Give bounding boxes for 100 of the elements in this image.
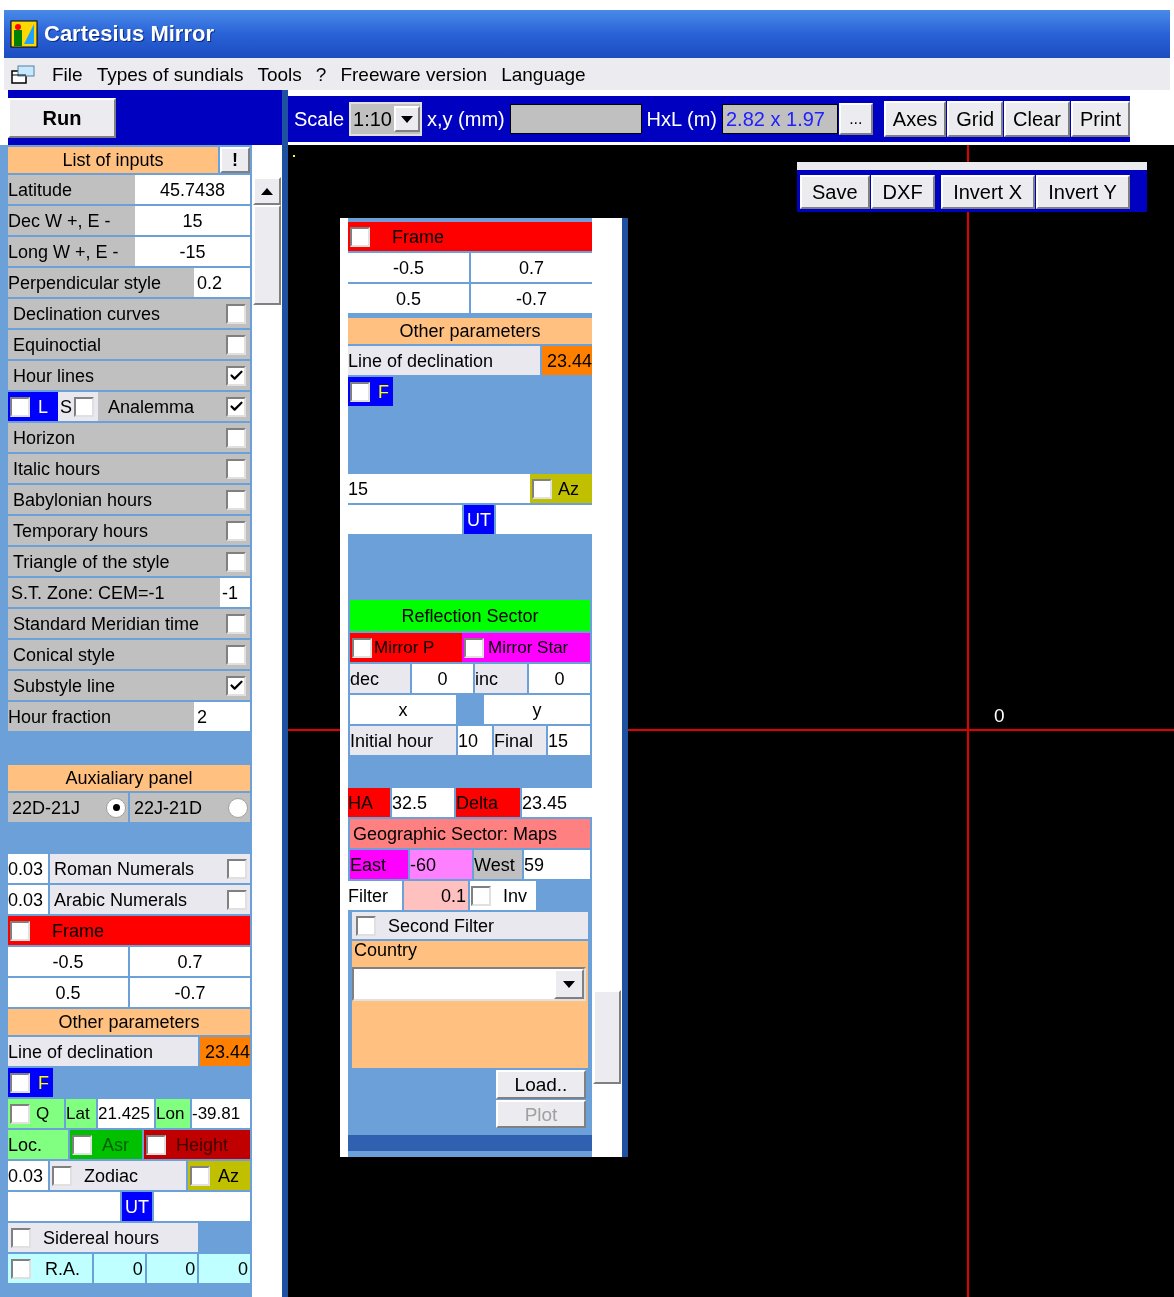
menu-item[interactable]: Types of sundials	[96, 64, 244, 84]
input-field[interactable]: 0.03	[8, 885, 48, 914]
input-field[interactable]: 0	[94, 1254, 145, 1283]
checkbox[interactable]	[226, 551, 246, 572]
input-field[interactable]	[496, 505, 592, 534]
input-field[interactable]	[8, 1192, 120, 1221]
checkbox[interactable]	[226, 334, 246, 355]
checkbox[interactable]	[226, 520, 246, 541]
input-field[interactable]: x	[350, 695, 456, 724]
input-field[interactable]: 21.425	[98, 1099, 154, 1128]
checkbox[interactable]	[352, 637, 372, 658]
checkbox[interactable]	[226, 675, 246, 696]
scale-dropdown[interactable]: 1:10	[349, 102, 422, 136]
toolbar-button[interactable]: Invert X	[940, 175, 1035, 209]
input-field[interactable]: 0	[529, 664, 590, 693]
checkbox[interactable]	[226, 613, 246, 634]
input-field[interactable]: 0.03	[8, 1161, 48, 1190]
checkbox[interactable]	[471, 885, 491, 906]
input-field[interactable]: 0.5	[8, 978, 128, 1007]
input-field[interactable]: 0.1	[404, 881, 468, 910]
input-field[interactable]: 2	[194, 702, 250, 731]
toolbar-button[interactable]: Save	[800, 175, 870, 209]
input-field[interactable]: -0.5	[8, 947, 128, 976]
run-button[interactable]: Run	[8, 98, 116, 138]
toolbar-button[interactable]: Axes	[883, 101, 947, 137]
window-icon[interactable]	[10, 63, 38, 85]
input-field[interactable]: 45.7438	[135, 175, 250, 204]
toolbar-button[interactable]: Print	[1070, 101, 1130, 137]
input-field[interactable]: 0.03	[8, 854, 48, 883]
toolbar-button[interactable]: Invert Y	[1035, 175, 1130, 209]
menu-item[interactable]: Freeware version	[340, 64, 488, 84]
menu-item[interactable]: Language	[501, 64, 586, 84]
checkbox[interactable]	[72, 1134, 92, 1155]
checkbox[interactable]	[350, 226, 370, 247]
scrollbar[interactable]	[252, 145, 282, 1297]
input-field[interactable]: -60	[410, 850, 472, 879]
input-field[interactable]: 15	[135, 206, 250, 235]
input-field[interactable]: 15	[348, 474, 530, 503]
menu-item[interactable]: File	[52, 64, 83, 84]
input-field[interactable]: 59	[524, 850, 590, 879]
checkbox[interactable]	[10, 396, 30, 417]
xy-field[interactable]	[509, 104, 642, 134]
input-field[interactable]: 23.45	[522, 788, 592, 817]
radio-button[interactable]	[106, 797, 126, 818]
input-field[interactable]: -15	[135, 237, 250, 266]
checkbox[interactable]	[227, 889, 247, 910]
input-field[interactable]: 0	[412, 664, 473, 693]
input-field[interactable]: -0.5	[348, 253, 469, 282]
input-field[interactable]: 10	[458, 726, 492, 755]
menu-item[interactable]: Tools	[257, 64, 302, 84]
checkbox[interactable]	[532, 478, 552, 499]
checkbox[interactable]	[10, 1072, 30, 1093]
input-field[interactable]	[154, 1192, 250, 1221]
alert-button[interactable]: !	[220, 147, 250, 173]
radio-option[interactable]: 22J-21D	[130, 793, 250, 822]
input-field[interactable]: -39.81	[192, 1099, 250, 1128]
input-field[interactable]: -0.7	[130, 978, 250, 1007]
input-field[interactable]: 0.7	[130, 947, 250, 976]
checkbox[interactable]	[11, 1227, 31, 1248]
checkbox[interactable]	[226, 458, 246, 479]
toolbar-button[interactable]: Clear	[1004, 101, 1070, 137]
checkbox[interactable]	[226, 427, 246, 448]
input-field[interactable]: 0	[199, 1254, 250, 1283]
checkbox[interactable]	[226, 489, 246, 510]
radio-button[interactable]	[228, 797, 248, 818]
input-field[interactable]: 23.44	[542, 346, 592, 375]
radio-option[interactable]: 22D-21J	[8, 793, 128, 822]
hxl-field[interactable]: 2.82 x 1.97	[721, 104, 838, 134]
checkbox[interactable]	[10, 1103, 30, 1124]
scroll-thumb[interactable]	[593, 990, 621, 1084]
input-field[interactable]	[348, 505, 462, 534]
checkbox[interactable]	[190, 1165, 210, 1186]
checkbox[interactable]	[226, 365, 246, 386]
input-field[interactable]: 32.5	[392, 788, 454, 817]
toolbar-grip[interactable]	[797, 162, 1147, 170]
country-dropdown[interactable]	[352, 967, 586, 1001]
menu-item[interactable]: ?	[315, 64, 327, 84]
input-field[interactable]: 0	[146, 1254, 198, 1283]
checkbox[interactable]	[11, 1258, 31, 1279]
input-field[interactable]: 15	[548, 726, 590, 755]
toolbar-button[interactable]: DXF	[870, 175, 935, 209]
input-field[interactable]: 0.5	[348, 284, 469, 313]
checkbox[interactable]	[226, 644, 246, 665]
input-field[interactable]: 0.7	[471, 253, 592, 282]
scroll-thumb[interactable]	[253, 205, 281, 305]
input-field[interactable]: 23.44	[200, 1037, 250, 1066]
load-button[interactable]: Load..	[496, 1070, 586, 1099]
checkbox[interactable]	[10, 920, 30, 941]
input-field[interactable]: -0.7	[471, 284, 592, 313]
checkbox[interactable]	[74, 396, 95, 417]
input-field[interactable]: -1	[220, 578, 250, 607]
checkbox[interactable]	[350, 381, 370, 402]
checkbox[interactable]	[464, 637, 484, 658]
more-button[interactable]: ...	[838, 103, 873, 135]
checkbox[interactable]	[356, 915, 376, 936]
input-field[interactable]: 0.2	[194, 268, 250, 297]
toolbar-button[interactable]: Grid	[947, 101, 1004, 137]
input-field[interactable]: y	[484, 695, 590, 724]
checkbox[interactable]	[226, 396, 246, 417]
checkbox[interactable]	[146, 1134, 166, 1155]
